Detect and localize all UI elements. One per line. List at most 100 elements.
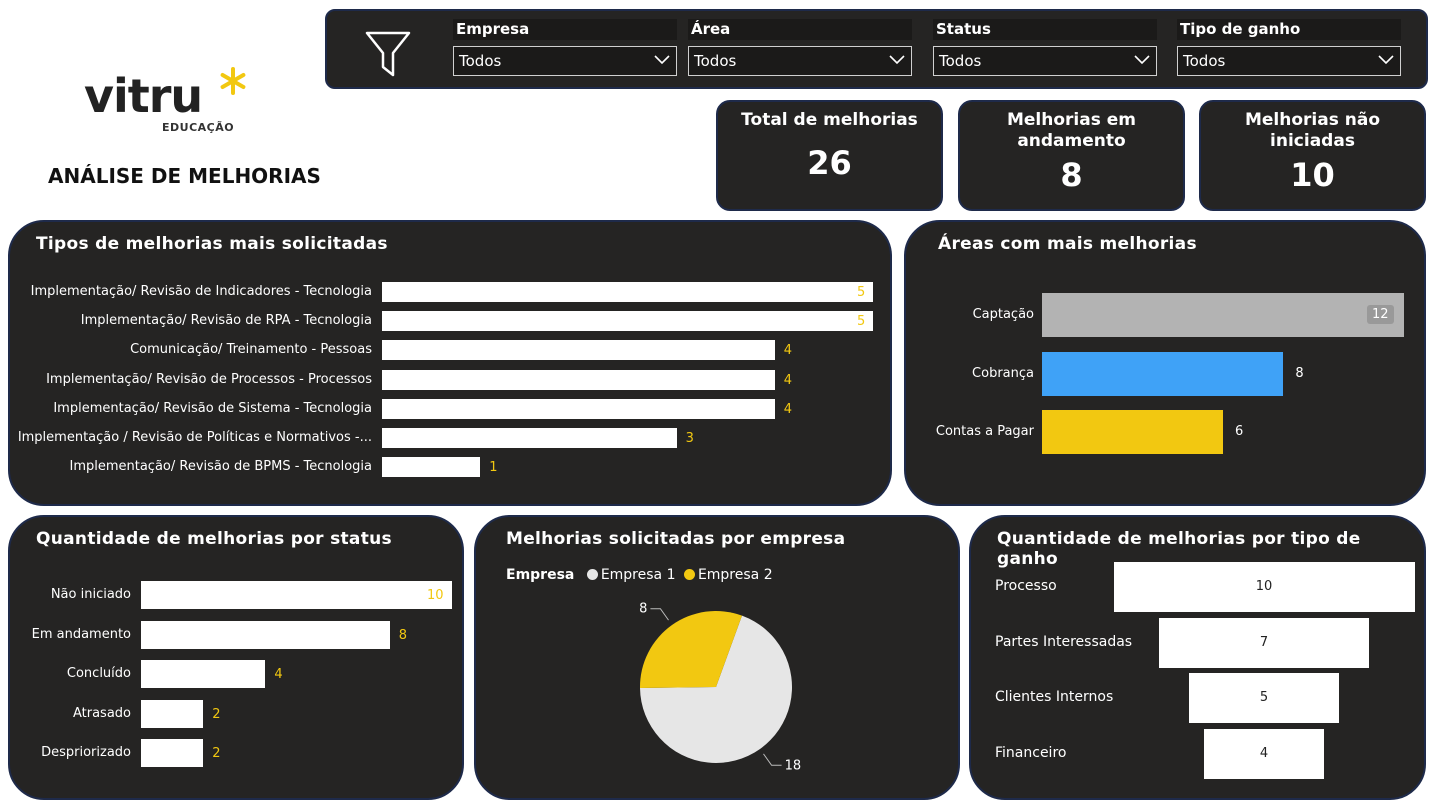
tipos-melhorias-card: Tipos de melhorias mais solicitadas Impl… <box>8 220 892 506</box>
funnel-label: Clientes Internos <box>995 689 1114 705</box>
kpi-andamento: Melhorias em andamento 8 <box>958 100 1185 211</box>
data-label: 3 <box>685 431 694 446</box>
slicer-status: Status Todos <box>933 19 1157 76</box>
bar-label: Concluído <box>66 666 131 681</box>
bar <box>1042 293 1404 337</box>
bar-label: Atrasado <box>72 705 131 721</box>
bar <box>382 428 677 448</box>
bar-label: Não iniciado <box>50 587 131 602</box>
bar <box>1042 351 1284 396</box>
kpi-value: 10 <box>1290 156 1335 194</box>
dropdown-value: Todos <box>939 52 982 70</box>
slicer-area: Área Todos <box>688 19 912 76</box>
dropdown-value: Todos <box>1183 52 1226 70</box>
bar-label: Cobrança <box>972 365 1034 381</box>
kpi-value: 8 <box>1060 156 1083 194</box>
bar <box>141 739 204 767</box>
funnel-bar: 7 <box>1158 617 1370 668</box>
bar-label: Implementação/ Revisão de Indicadores - … <box>30 284 372 299</box>
data-label: 12 <box>1367 305 1394 324</box>
bar <box>141 660 266 688</box>
area-dropdown[interactable]: Todos <box>688 46 912 76</box>
kpi-value: 26 <box>807 144 852 182</box>
chevron-down-icon <box>1134 55 1150 65</box>
bar <box>382 340 775 361</box>
data-label: 8 <box>1295 365 1304 381</box>
funnel-label: Partes Interessadas <box>995 633 1133 650</box>
bar <box>382 398 775 419</box>
bar <box>141 620 390 649</box>
data-label: 10 <box>427 588 444 603</box>
asterisk-icon <box>220 67 246 95</box>
empresa-card: Melhorias solicitadas por empresa Empres… <box>474 515 960 800</box>
bar-label: Captação <box>972 307 1034 322</box>
chevron-down-icon <box>654 55 670 65</box>
bar-label: Implementação/ Revisão de BPMS - Tecnolo… <box>69 459 372 475</box>
data-label: 1 <box>489 460 498 476</box>
leader-line <box>650 608 669 621</box>
slicer-label: Empresa <box>453 19 677 40</box>
data-label: 8 <box>398 627 408 643</box>
status-dropdown[interactable]: Todos <box>933 46 1157 76</box>
tipo-ganho-dropdown[interactable]: Todos <box>1177 46 1401 76</box>
leader-line <box>763 753 782 766</box>
funnel-label: Financeiro <box>995 744 1067 761</box>
bar <box>1042 410 1223 454</box>
data-label: 2 <box>212 746 221 761</box>
pie-chart: 18 8 <box>639 602 802 774</box>
bar <box>141 581 452 609</box>
page-title: ANÁLISE DE MELHORIAS <box>48 164 321 188</box>
dropdown-value: Todos <box>459 52 502 70</box>
kpi-total: Total de melhorias 26 <box>716 100 943 211</box>
data-label: 4 <box>274 667 283 682</box>
tipo-ganho-card: Quantidade de melhorias por tipo de ganh… <box>969 515 1426 800</box>
bar-label: Comunicação/ Treinamento - Pessoas <box>130 342 372 358</box>
bar-label: Em andamento <box>31 626 131 642</box>
chevron-down-icon <box>889 55 905 65</box>
data-label: 4 <box>783 372 793 388</box>
slicer-label: Área <box>688 19 912 40</box>
data-label: 5 <box>857 285 866 300</box>
kpi-title: Melhorias em andamento <box>1006 110 1137 151</box>
kpi-title: Total de melhorias <box>741 110 918 130</box>
data-label: 5 <box>857 314 866 330</box>
data-label: 4 <box>783 401 793 417</box>
data-label: 2 <box>212 706 221 722</box>
bar <box>382 282 873 302</box>
slicer-label: Tipo de ganho <box>1177 19 1401 40</box>
funnel-label: Processo <box>995 578 1057 594</box>
funnel-bar: 4 <box>1203 728 1325 779</box>
empresa-dropdown[interactable]: Todos <box>453 46 677 76</box>
bar-label: Implementação/ Revisão de Processos - Pr… <box>46 371 372 387</box>
bar <box>382 311 873 332</box>
logo-word: vitru <box>84 69 203 123</box>
bar <box>382 457 481 478</box>
data-label: 8 <box>639 602 647 617</box>
filter-icon <box>365 31 411 77</box>
bar <box>382 369 775 390</box>
data-label: 4 <box>783 343 793 359</box>
areas-card: Áreas com mais melhorias Captação 12 Cobra… <box>904 220 1426 506</box>
slicer-tipo-ganho: Tipo de ganho Todos <box>1177 19 1401 76</box>
data-label: 18 <box>785 758 802 773</box>
bar <box>141 699 204 728</box>
logo-subtitle: EDUCAÇÃO <box>162 121 235 134</box>
bar-label: Contas a Pagar <box>935 424 1034 439</box>
bar-label: Implementação/ Revisão de Sistema - Tecn… <box>53 400 372 416</box>
bar-label: Implementação/ Revisão de RPA - Tecnolog… <box>80 313 372 329</box>
chart-title: Tipos de melhorias mais solicitadas <box>36 234 388 254</box>
slicer-empresa: Empresa Todos <box>453 19 677 76</box>
filter-bar: Empresa Todos Área Todos Status Todos Ti… <box>325 9 1428 89</box>
chart-title: Áreas com mais melhorias <box>938 234 1197 254</box>
chevron-down-icon <box>1378 55 1394 65</box>
chart-title: Quantidade de melhorias por status <box>36 529 392 549</box>
kpi-title: Melhorias não iniciadas <box>1244 110 1381 151</box>
data-label: 6 <box>1235 424 1244 439</box>
vitru-logo: vitru EDUCAÇÃO <box>84 67 246 134</box>
funnel-bar: 10 <box>1113 562 1415 612</box>
slicer-label: Status <box>933 19 1157 40</box>
bar-label: Despriorizado <box>41 745 131 760</box>
bar-label: Implementação / Revisão de Políticas e N… <box>17 430 372 445</box>
funnel-bar: 5 <box>1188 673 1340 723</box>
dropdown-value: Todos <box>694 52 737 70</box>
